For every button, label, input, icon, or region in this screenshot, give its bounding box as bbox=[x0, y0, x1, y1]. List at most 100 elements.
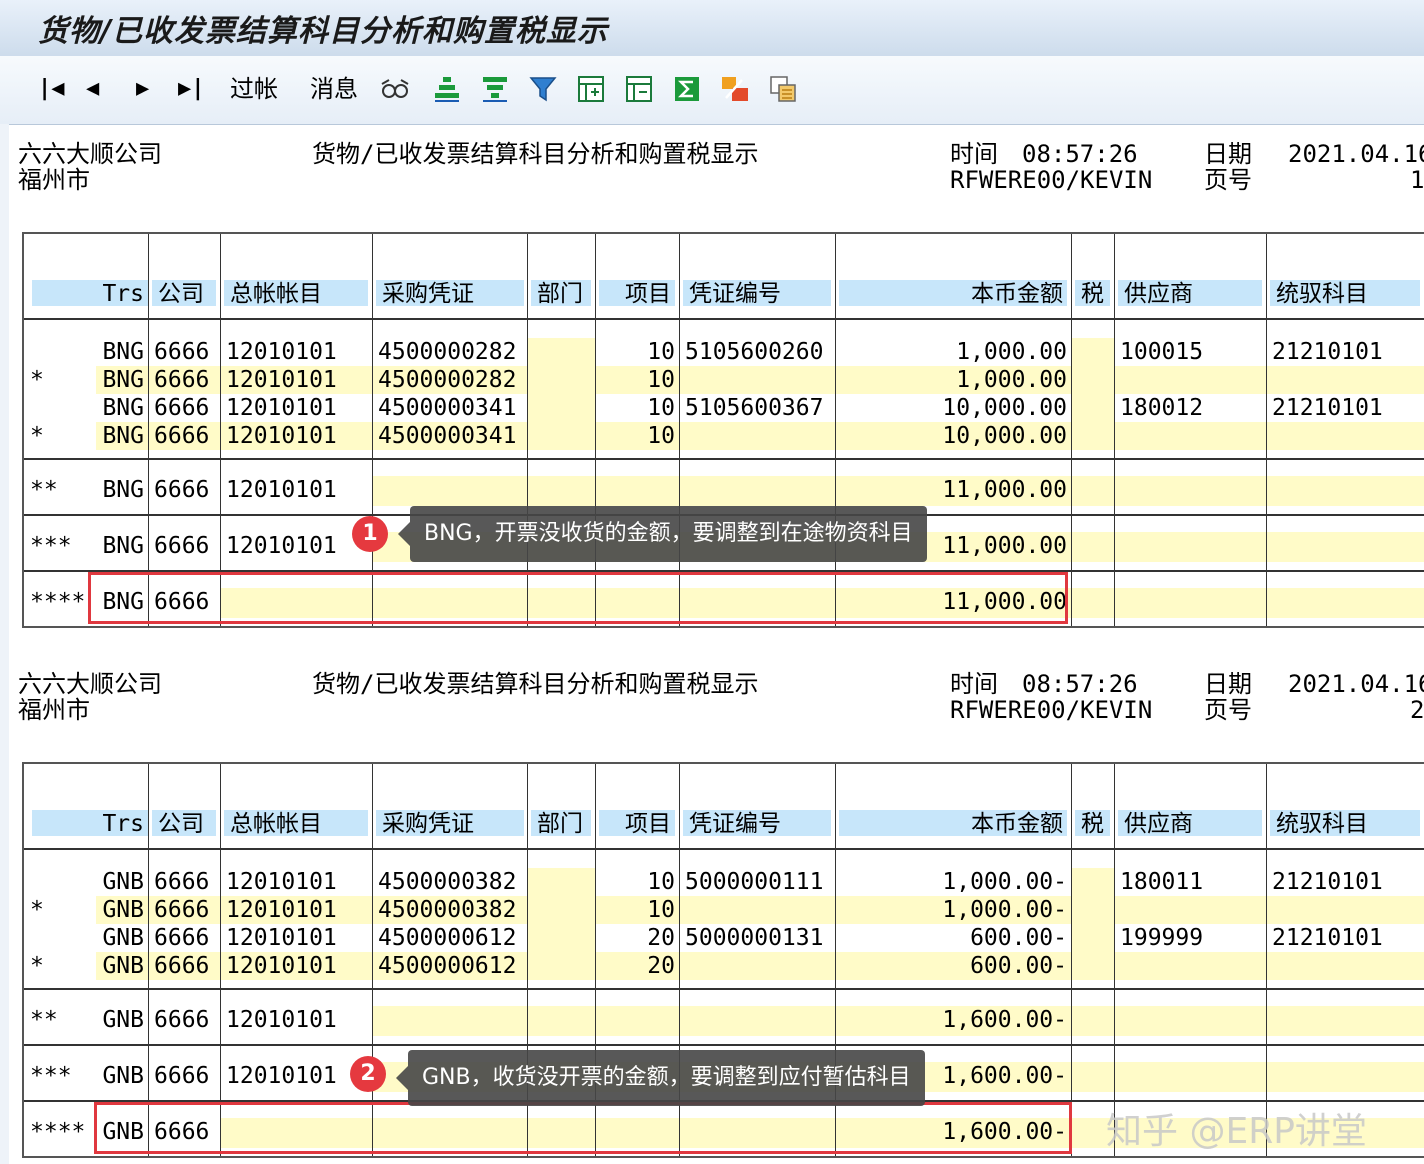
layout-icon[interactable] bbox=[768, 74, 798, 104]
column-header[interactable]: 部门 bbox=[531, 280, 591, 306]
city-name: 福州市 bbox=[18, 166, 90, 194]
prev-page-icon[interactable]: ◀ bbox=[86, 72, 99, 106]
subtotal-trs: BNG bbox=[102, 477, 144, 503]
column-header[interactable]: 本币金额 bbox=[839, 810, 1067, 836]
row-separator bbox=[24, 988, 1424, 990]
cell-dept bbox=[527, 394, 595, 422]
cell-amt: 1,000.00 bbox=[956, 339, 1067, 365]
column-header[interactable]: 凭证编号 bbox=[683, 280, 831, 306]
column-divider bbox=[1071, 764, 1072, 1156]
table-row[interactable]: GNB 6666 12010101 4500000382 10 5000000111 1,0… bbox=[24, 868, 1424, 896]
column-header[interactable]: Trs bbox=[32, 280, 148, 306]
table-row[interactable]: * BNG 6666 12010101 4500000282 10 1,000.00 bbox=[24, 366, 1424, 394]
time-value: 08:57:26 bbox=[1022, 140, 1138, 168]
column-header[interactable]: 项目 bbox=[599, 810, 675, 836]
column-header[interactable]: 总帐帐目 bbox=[224, 280, 368, 306]
cell-co: 6666 bbox=[154, 395, 210, 421]
row-separator bbox=[24, 1044, 1424, 1046]
cell-amt: 1,000.00- bbox=[942, 869, 1067, 895]
sort-asc-icon[interactable] bbox=[432, 74, 462, 104]
subtotal-row[interactable]: ** BNG 6666 12010101 11,000.00 bbox=[24, 476, 1424, 506]
cell-po: 4500000282 bbox=[372, 366, 527, 394]
column-header[interactable]: 供应商 bbox=[1118, 810, 1262, 836]
last-page-icon[interactable]: ▶| bbox=[178, 72, 205, 106]
table-row[interactable]: * GNB 6666 12010101 4500000612 20 600.00- bbox=[24, 952, 1424, 980]
column-header[interactable]: 采购凭证 bbox=[376, 810, 524, 836]
cell-vendor bbox=[1114, 366, 1266, 394]
column-divider bbox=[1266, 764, 1267, 1156]
subtotal-co: 6666 bbox=[154, 477, 210, 503]
cell-tax bbox=[1071, 422, 1114, 450]
annotation-badge: 2 bbox=[350, 1056, 386, 1092]
cell-gl: 12010101 bbox=[226, 395, 337, 421]
highlight-box bbox=[94, 1102, 1072, 1154]
cell-amt: 10,000.00 bbox=[835, 422, 1071, 450]
column-header[interactable]: 采购凭证 bbox=[376, 280, 524, 306]
table-header-row: Trs 公司 总帐帐目 采购凭证 部门 项目 凭证编号 本币金额税供应商 统驭科目 bbox=[24, 278, 1424, 308]
table-row[interactable]: * BNG 6666 12010101 4500000341 10 10,000.00 bbox=[24, 422, 1424, 450]
cell-dept bbox=[527, 422, 595, 450]
column-header[interactable]: 统驭科目 bbox=[1270, 810, 1420, 836]
table-row[interactable]: * GNB 6666 12010101 4500000382 10 1,000.00- bbox=[24, 896, 1424, 924]
cell-item: 10 bbox=[647, 869, 675, 895]
cell-gl: 12010101 bbox=[220, 366, 372, 394]
table-row[interactable]: BNG 6666 12010101 4500000282 10 5105600260 1,0… bbox=[24, 338, 1424, 366]
cell-po: 4500000612 bbox=[378, 925, 517, 951]
date-label: 日期 bbox=[1204, 140, 1252, 168]
column-header[interactable]: 统驭科目 bbox=[1270, 280, 1420, 306]
column-header[interactable]: 公司 bbox=[152, 810, 216, 836]
next-page-icon[interactable]: ▶ bbox=[136, 72, 149, 106]
sum-icon[interactable] bbox=[672, 74, 702, 104]
post-button[interactable]: 过帐 bbox=[230, 72, 278, 106]
first-page-icon[interactable]: |◀ bbox=[38, 72, 65, 106]
column-header[interactable]: 项目 bbox=[599, 280, 675, 306]
cell-mark: * bbox=[30, 367, 44, 393]
cell-recon: 21210101 bbox=[1272, 869, 1383, 895]
column-header[interactable]: 部门 bbox=[531, 810, 591, 836]
column-header[interactable]: 凭证编号 bbox=[683, 810, 831, 836]
column-header[interactable]: 公司 bbox=[152, 280, 216, 306]
subtotal-row[interactable]: ** GNB 6666 12010101 1,600.00- bbox=[24, 1006, 1424, 1036]
subtotal-doc bbox=[679, 476, 835, 506]
cell-trs: BNG bbox=[102, 395, 144, 421]
column-header[interactable]: 本币金额 bbox=[839, 280, 1067, 306]
cell-amt: 600.00- bbox=[970, 925, 1067, 951]
cell-po: 4500000282 bbox=[378, 339, 517, 365]
subtotal-dept bbox=[527, 476, 595, 506]
cell-co: 6666 bbox=[154, 339, 210, 365]
cell-co: 6666 bbox=[148, 896, 220, 924]
messages-button[interactable]: 消息 bbox=[310, 72, 358, 106]
subtotal-recon bbox=[1266, 1062, 1424, 1092]
subtotal-mark: ** bbox=[30, 1007, 58, 1033]
page-number: 1 bbox=[1410, 166, 1424, 194]
column-header[interactable]: 供应商 bbox=[1118, 280, 1262, 306]
column-header[interactable]: 总帐帐目 bbox=[224, 810, 368, 836]
sort-desc-icon[interactable] bbox=[480, 74, 510, 104]
cell-mark: * bbox=[30, 897, 44, 923]
row-separator bbox=[24, 848, 1424, 850]
cell-amt: 1,000.00- bbox=[835, 896, 1071, 924]
cell-tax bbox=[1071, 952, 1114, 980]
column-header[interactable]: 税 bbox=[1075, 810, 1110, 836]
cell-trs: GNB bbox=[96, 896, 148, 924]
time-value: 08:57:26 bbox=[1022, 670, 1138, 698]
column-divider bbox=[679, 234, 680, 626]
export-icon[interactable] bbox=[720, 74, 750, 104]
subtotal-tax bbox=[1071, 1006, 1114, 1036]
total-icon[interactable] bbox=[624, 74, 654, 104]
table-row[interactable]: BNG 6666 12010101 4500000341 10 5105600367 10,… bbox=[24, 394, 1424, 422]
table-row[interactable]: GNB 6666 12010101 4500000612 20 5000000131 600… bbox=[24, 924, 1424, 952]
filter-icon[interactable] bbox=[528, 74, 558, 104]
column-header[interactable]: Trs bbox=[32, 810, 148, 836]
subtotal-vendor bbox=[1114, 1062, 1266, 1092]
cell-dept bbox=[527, 868, 595, 896]
subtotal-icon[interactable] bbox=[576, 74, 606, 104]
time-label: 时间 bbox=[950, 670, 998, 698]
cell-dept bbox=[527, 896, 595, 924]
cell-dept bbox=[527, 366, 595, 394]
column-header[interactable]: 税 bbox=[1075, 280, 1110, 306]
subtotal-tax bbox=[1071, 476, 1114, 506]
glasses-icon[interactable] bbox=[380, 74, 410, 104]
column-divider bbox=[148, 234, 149, 626]
subtotal-mark: **** bbox=[30, 1119, 86, 1145]
